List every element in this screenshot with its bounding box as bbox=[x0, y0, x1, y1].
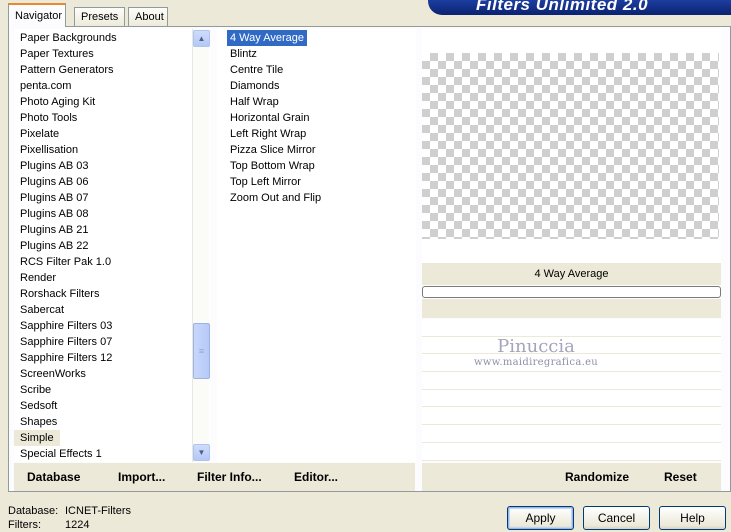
filter-item[interactable]: Top Bottom Wrap bbox=[227, 158, 318, 174]
database-value: ICNET-Filters bbox=[65, 505, 131, 517]
category-item[interactable]: Scribe bbox=[14, 382, 57, 398]
category-item[interactable]: Shapes bbox=[14, 414, 63, 430]
status-info: Database: ICNET-Filters Filters: 1224 bbox=[8, 505, 131, 532]
scroll-down-arrow-icon[interactable]: ▼ bbox=[193, 444, 210, 461]
filter-item[interactable]: Zoom Out and Flip bbox=[227, 190, 324, 206]
filter-item[interactable]: 4 Way Average bbox=[227, 30, 307, 46]
cancel-button[interactable]: Cancel bbox=[583, 506, 650, 530]
database-button[interactable]: Database bbox=[27, 470, 80, 484]
category-item[interactable]: Plugins AB 22 bbox=[14, 238, 95, 254]
progress-bar bbox=[422, 286, 721, 298]
filter-item[interactable]: Centre Tile bbox=[227, 62, 286, 78]
filter-info-button[interactable]: Filter Info... bbox=[197, 470, 262, 484]
category-item[interactable]: Sapphire Filters 03 bbox=[14, 318, 118, 334]
left-toolbar: Database Import... Filter Info... Editor… bbox=[14, 463, 415, 491]
filter-item[interactable]: Top Left Mirror bbox=[227, 174, 304, 190]
filter-item[interactable]: Pizza Slice Mirror bbox=[227, 142, 319, 158]
category-item[interactable]: Plugins AB 08 bbox=[14, 206, 95, 222]
tab-presets[interactable]: Presets bbox=[74, 7, 125, 27]
editor-button[interactable]: Editor... bbox=[294, 470, 338, 484]
category-item[interactable]: Sedsoft bbox=[14, 398, 63, 414]
help-button[interactable]: Help bbox=[659, 506, 726, 530]
tab-navigator[interactable]: Navigator bbox=[8, 3, 66, 27]
category-scrollbar[interactable]: ▲ ≡ ▼ bbox=[192, 29, 210, 462]
category-item[interactable]: RCS Filter Pak 1.0 bbox=[14, 254, 117, 270]
app-title-banner: Filters Unlimited 2.0 bbox=[428, 0, 731, 15]
category-item[interactable]: Pixellisation bbox=[14, 142, 84, 158]
category-list[interactable]: Paper Backgrounds Paper Textures Pattern G… bbox=[14, 29, 210, 462]
filter-list[interactable]: 4 Way Average Blintz Centre Tile Diamonds Ha… bbox=[217, 29, 416, 462]
category-item[interactable]: Photo Tools bbox=[14, 110, 83, 126]
category-item[interactable]: penta.com bbox=[14, 78, 77, 94]
reset-button[interactable]: Reset bbox=[664, 470, 697, 484]
database-label: Database: bbox=[8, 505, 59, 517]
watermark-url: www.maidiregrafica.eu bbox=[473, 357, 599, 368]
category-item[interactable]: Sabercat bbox=[14, 302, 70, 318]
category-item[interactable]: Simple bbox=[14, 430, 60, 446]
category-item[interactable]: Plugins AB 06 bbox=[14, 174, 95, 190]
category-item[interactable]: Pixelate bbox=[14, 126, 65, 142]
category-item[interactable]: Plugins AB 07 bbox=[14, 190, 95, 206]
parameter-row bbox=[422, 319, 721, 337]
randomize-button[interactable]: Randomize bbox=[565, 470, 629, 484]
filter-item[interactable]: Left Right Wrap bbox=[227, 126, 309, 142]
category-item[interactable]: Render bbox=[14, 270, 62, 286]
watermark: Pinuccia www.maidiregrafica.eu bbox=[466, 336, 606, 368]
tab-about[interactable]: About bbox=[128, 7, 168, 27]
category-item[interactable]: Photo Aging Kit bbox=[14, 94, 101, 110]
scroll-up-arrow-icon[interactable]: ▲ bbox=[193, 30, 210, 47]
preview-image bbox=[422, 53, 719, 239]
apply-button[interactable]: Apply bbox=[507, 506, 574, 530]
category-item[interactable]: Sapphire Filters 12 bbox=[14, 350, 118, 366]
selected-filter-name: 4 Way Average bbox=[422, 263, 721, 285]
app-title: Filters Unlimited 2.0 bbox=[476, 0, 649, 14]
filters-label: Filters: bbox=[8, 518, 41, 531]
category-item[interactable]: Paper Textures bbox=[14, 46, 100, 62]
category-item[interactable]: Paper Backgrounds bbox=[14, 30, 123, 46]
grip-lines-icon: ≡ bbox=[198, 346, 205, 356]
scroll-thumb[interactable]: ≡ bbox=[193, 323, 210, 379]
category-item[interactable]: Sapphire Filters 07 bbox=[14, 334, 118, 350]
filter-item[interactable]: Blintz bbox=[227, 46, 260, 62]
preview-area bbox=[422, 29, 721, 263]
filters-count: 1224 bbox=[65, 518, 90, 531]
right-toolbar: Randomize Reset bbox=[422, 463, 721, 491]
parameter-row bbox=[422, 425, 721, 443]
category-item[interactable]: Special Effects 1 bbox=[14, 446, 108, 462]
category-item[interactable]: ScreenWorks bbox=[14, 366, 92, 382]
category-item[interactable]: Plugins AB 03 bbox=[14, 158, 95, 174]
category-item[interactable]: Plugins AB 21 bbox=[14, 222, 95, 238]
filter-item[interactable]: Half Wrap bbox=[227, 94, 282, 110]
parameter-row bbox=[422, 407, 721, 426]
category-item[interactable]: Pattern Generators bbox=[14, 62, 120, 78]
filter-item[interactable]: Diamonds bbox=[227, 78, 283, 94]
parameter-row bbox=[422, 372, 721, 390]
parameter-row bbox=[422, 390, 721, 408]
category-item[interactable]: Rorshack Filters bbox=[14, 286, 105, 302]
import-button[interactable]: Import... bbox=[118, 470, 165, 484]
watermark-name: Pinuccia bbox=[497, 336, 575, 357]
parameter-row bbox=[422, 443, 721, 461]
filter-item[interactable]: Horizontal Grain bbox=[227, 110, 312, 126]
